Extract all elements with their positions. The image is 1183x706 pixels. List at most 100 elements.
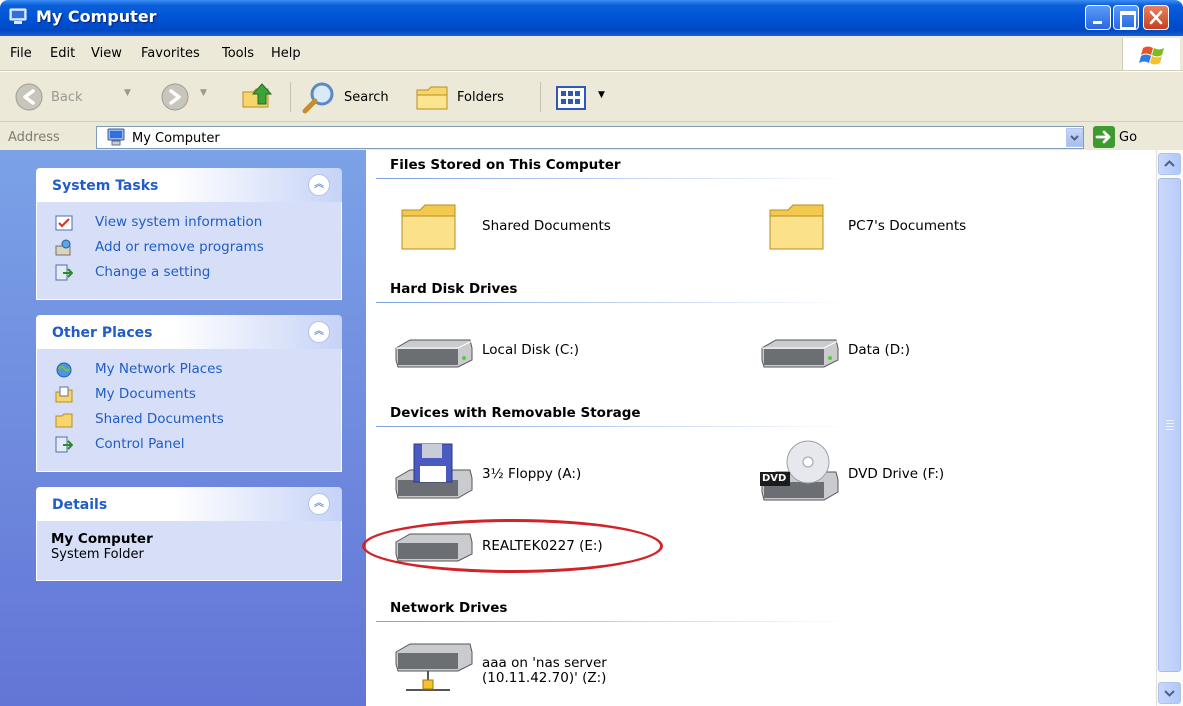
my-computer-icon: [107, 128, 125, 146]
network-places-icon: [56, 362, 72, 378]
back-button-label[interactable]: Back: [51, 90, 83, 105]
menu-file[interactable]: File: [10, 46, 32, 61]
item-label: (10.11.42.70)' (Z:): [482, 670, 607, 686]
place-label: My Network Places: [95, 361, 223, 377]
minimize-button[interactable]: [1085, 5, 1111, 30]
folder-icon: [401, 204, 456, 250]
add-remove-programs-icon: [55, 239, 71, 256]
system-info-icon: [55, 215, 73, 231]
menu-tools[interactable]: Tools: [222, 46, 254, 61]
floppy-drive-icon: [395, 443, 473, 499]
group-header-network: Network Drives: [390, 600, 508, 616]
place-label: My Documents: [95, 386, 196, 402]
window-title: My Computer: [36, 7, 157, 26]
details-header[interactable]: Details ︽: [36, 487, 342, 521]
menu-view[interactable]: View: [91, 46, 122, 61]
forward-dropdown-icon[interactable]: ▼: [200, 88, 207, 98]
search-button-label[interactable]: Search: [344, 90, 389, 105]
search-icon[interactable]: [300, 80, 340, 114]
go-label[interactable]: Go: [1119, 130, 1137, 145]
place-my-documents[interactable]: My Documents: [55, 384, 327, 409]
scroll-up-button[interactable]: [1158, 153, 1181, 175]
title-bar[interactable]: My Computer: [0, 0, 1183, 36]
collapse-chevron-icon[interactable]: ︽: [308, 493, 330, 515]
place-my-network-places[interactable]: My Network Places: [55, 359, 327, 384]
folders-icon[interactable]: [414, 82, 452, 112]
menu-edit[interactable]: Edit: [50, 46, 75, 61]
place-shared-documents[interactable]: Shared Documents: [55, 409, 327, 434]
task-view-system-information[interactable]: View system information: [55, 212, 327, 237]
scroll-thumb[interactable]: [1158, 178, 1181, 672]
details-name: My Computer: [51, 531, 153, 547]
group-header-removable: Devices with Removable Storage: [390, 405, 641, 421]
dvd-badge: DVD: [762, 473, 787, 484]
address-label: Address: [8, 130, 60, 145]
menu-help[interactable]: Help: [271, 46, 301, 61]
my-computer-icon: [9, 8, 27, 24]
chevron-up-icon: [1164, 160, 1175, 167]
network-drive-icon: [395, 643, 473, 691]
scroll-down-button[interactable]: [1158, 682, 1181, 704]
address-dropdown-button[interactable]: [1066, 128, 1083, 147]
place-label: Control Panel: [95, 436, 185, 452]
item-label: Data (D:): [848, 342, 911, 358]
system-tasks-title: System Tasks: [52, 178, 159, 194]
other-places-title: Other Places: [52, 325, 153, 341]
address-field[interactable]: [96, 126, 1084, 149]
task-label: Add or remove programs: [95, 239, 264, 255]
item-label: Shared Documents: [482, 218, 611, 234]
folder-icon: [769, 204, 824, 250]
control-panel-icon: [55, 436, 73, 453]
minimize-icon: [1086, 6, 1110, 29]
item-label: Local Disk (C:): [482, 342, 580, 358]
system-tasks-header[interactable]: System Tasks ︽: [36, 168, 342, 202]
up-folder-icon[interactable]: [240, 80, 274, 112]
hard-disk-icon: [761, 339, 839, 368]
folders-button-label[interactable]: Folders: [457, 90, 504, 105]
go-arrow-icon: [1095, 130, 1111, 144]
folder-icon: [55, 413, 73, 428]
place-control-panel[interactable]: Control Panel: [55, 434, 327, 459]
maximize-icon: [1114, 6, 1138, 29]
details-panel: Details ︽ My Computer System Folder: [36, 487, 342, 581]
address-value[interactable]: My Computer: [132, 131, 220, 146]
go-button[interactable]: [1093, 126, 1115, 148]
task-change-setting[interactable]: Change a setting: [55, 262, 327, 287]
hard-disk-icon: [395, 339, 473, 368]
menu-bar: File Edit View Favorites Tools Help: [0, 36, 1183, 71]
place-label: Shared Documents: [95, 411, 224, 427]
back-dropdown-icon[interactable]: ▼: [124, 88, 131, 98]
group-header-hdd: Hard Disk Drives: [390, 281, 518, 297]
windows-logo: [1122, 38, 1180, 70]
task-label: View system information: [95, 214, 263, 230]
other-places-header[interactable]: Other Places ︽: [36, 315, 342, 349]
control-panel-icon: [55, 264, 73, 281]
views-dropdown-icon[interactable]: ▼: [598, 90, 605, 100]
forward-icon[interactable]: [160, 82, 190, 112]
item-label: PC7's Documents: [848, 218, 967, 234]
chevron-down-icon: [1070, 135, 1079, 141]
close-icon: [1149, 10, 1163, 25]
item-label: 3½ Floppy (A:): [482, 466, 582, 482]
task-label: Change a setting: [95, 264, 211, 280]
item-label: DVD Drive (F:): [848, 466, 945, 482]
windows-flag-icon: [1139, 46, 1164, 65]
system-tasks-panel: System Tasks ︽ View system information A…: [36, 168, 342, 300]
chevron-down-icon: [1164, 690, 1175, 697]
menu-favorites[interactable]: Favorites: [141, 46, 200, 61]
maximize-button[interactable]: [1113, 5, 1139, 30]
back-icon[interactable]: [14, 82, 44, 112]
details-title: Details: [52, 497, 108, 513]
close-button[interactable]: [1143, 5, 1169, 30]
group-header-files: Files Stored on This Computer: [390, 157, 621, 173]
collapse-chevron-icon[interactable]: ︽: [308, 321, 330, 343]
details-type: System Folder: [51, 547, 144, 562]
collapse-chevron-icon[interactable]: ︽: [308, 174, 330, 196]
item-label: aaa on 'nas server: [482, 655, 607, 671]
views-icon[interactable]: [556, 86, 590, 110]
highlight-annotation: [362, 519, 663, 573]
my-documents-icon: [55, 386, 73, 403]
task-add-remove-programs[interactable]: Add or remove programs: [55, 237, 327, 262]
other-places-panel: Other Places ︽ My Network Places My Docu…: [36, 315, 342, 472]
dvd-drive-icon: [760, 440, 839, 501]
